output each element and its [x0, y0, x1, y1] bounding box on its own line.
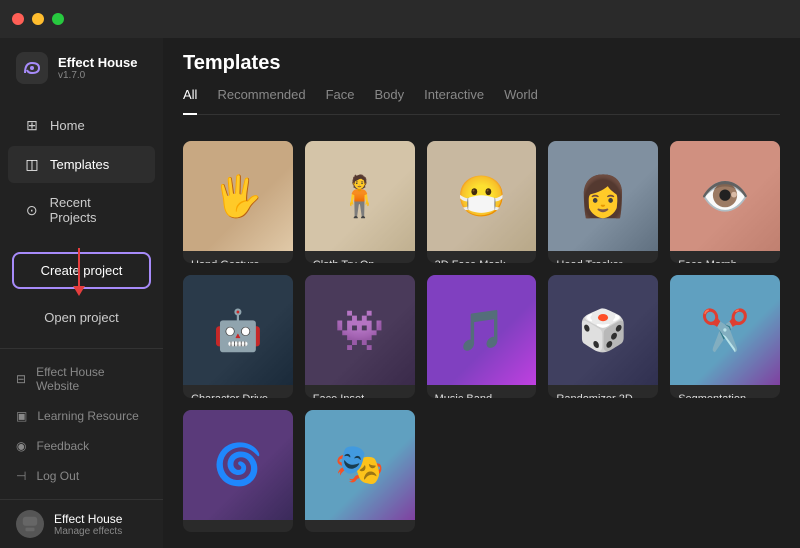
app-icon	[16, 52, 48, 84]
template-name: Hand Gesture	[191, 259, 285, 263]
main-header: Templates All Recommended Face Body Interact…	[163, 38, 800, 125]
template-name: Segmentation	[678, 393, 772, 397]
template-thumb: 🌀	[183, 410, 293, 520]
template-card-segmentation[interactable]: ✂️ Segmentation Beginner	[670, 275, 780, 397]
recent-icon: ⊙	[24, 202, 40, 219]
template-card-music-band[interactable]: 🎵 Music Band Intermediate	[427, 275, 537, 397]
template-thumb: 👩	[548, 141, 658, 251]
maximize-button[interactable]	[52, 13, 64, 25]
template-name: Character Drive	[191, 393, 285, 397]
template-thumb: 🎭	[305, 410, 415, 520]
templates-grid: 🖐️ Hand Gesture Intermediate 🧍 Cloth Try…	[163, 125, 800, 548]
template-name: Music Band	[435, 393, 529, 397]
sidebar-item-templates-label: Templates	[50, 157, 109, 172]
template-name: Randomizer 2D	[556, 393, 650, 397]
minimize-button[interactable]	[32, 13, 44, 25]
template-info	[183, 520, 293, 532]
template-card-bottom2[interactable]: 🎭	[305, 410, 415, 532]
sidebar-item-website-label: Effect House Website	[36, 365, 147, 393]
website-icon: ⊟	[16, 372, 26, 386]
template-info: Face Morph Intermediate	[670, 251, 780, 263]
sidebar-item-feedback-label: Feedback	[36, 439, 89, 453]
sidebar-nav: ⊞ Home ◫ Templates ⊙ Recent Projects	[0, 98, 163, 244]
template-info: Music Band Intermediate	[427, 385, 537, 397]
tab-world[interactable]: World	[504, 87, 538, 106]
logo-text: Effect House v1.7.0	[58, 55, 137, 81]
template-thumb: 👁️	[670, 141, 780, 251]
sidebar-logo: Effect House v1.7.0	[0, 38, 163, 98]
template-name: Face Inset	[313, 393, 407, 397]
template-thumb: 🎵	[427, 275, 537, 385]
template-info: 3D Face Mask Intermediate	[427, 251, 537, 263]
profile-sub: Manage effects	[54, 526, 122, 537]
close-button[interactable]	[12, 13, 24, 25]
templates-icon: ◫	[24, 156, 40, 173]
profile-info: Effect House Manage effects	[54, 512, 122, 537]
template-thumb: 🤖	[183, 275, 293, 385]
app-name: Effect House	[58, 55, 137, 70]
template-card-head-tracker[interactable]: 👩 Head Tracker Beginner	[548, 141, 658, 263]
create-project-arrow	[78, 248, 80, 288]
sidebar-item-feedback[interactable]: ◉ Feedback	[0, 431, 163, 461]
learning-icon: ▣	[16, 409, 27, 423]
template-info: Hand Gesture Intermediate	[183, 251, 293, 263]
titlebar	[0, 0, 800, 38]
sidebar-item-logout[interactable]: ⊣ Log Out	[0, 461, 163, 491]
tabs-bar: All Recommended Face Body Interactive World	[183, 87, 780, 115]
template-thumb: 🧍	[305, 141, 415, 251]
sidebar-item-recent[interactable]: ⊙ Recent Projects	[8, 185, 155, 235]
open-project-button[interactable]: Open project	[12, 301, 151, 334]
page-title: Templates	[183, 52, 780, 75]
sidebar: Effect House v1.7.0 ⊞ Home ◫ Templates ⊙…	[0, 0, 163, 548]
template-card-face-inset[interactable]: 👾 Face Inset Beginner	[305, 275, 415, 397]
template-info: Randomizer 2D Intermediate	[548, 385, 658, 397]
template-name: Cloth Try On	[313, 259, 407, 263]
template-info: Head Tracker Beginner	[548, 251, 658, 263]
template-name: 3D Face Mask	[435, 259, 529, 263]
tab-body[interactable]: Body	[375, 87, 405, 106]
template-info: Cloth Try On Beginner	[305, 251, 415, 263]
sidebar-bottom: ⊟ Effect House Website ▣ Learning Resour…	[0, 348, 163, 499]
tab-all[interactable]: All	[183, 87, 197, 115]
template-card-cloth-try-on[interactable]: 🧍 Cloth Try On Beginner	[305, 141, 415, 263]
template-card-3d-face-mask[interactable]: 😷 3D Face Mask Intermediate	[427, 141, 537, 263]
feedback-icon: ◉	[16, 439, 26, 453]
template-info	[305, 520, 415, 532]
sidebar-item-home[interactable]: ⊞ Home	[8, 107, 155, 144]
sidebar-item-home-label: Home	[50, 118, 85, 133]
template-name: Face Morph	[678, 259, 772, 263]
template-name: Head Tracker	[556, 259, 650, 263]
template-card-face-morph[interactable]: 👁️ Face Morph Intermediate	[670, 141, 780, 263]
template-card-bottom1[interactable]: 🌀	[183, 410, 293, 532]
sidebar-item-recent-label: Recent Projects	[50, 195, 139, 225]
template-thumb: 👾	[305, 275, 415, 385]
template-info: Segmentation Beginner	[670, 385, 780, 397]
logout-icon: ⊣	[16, 469, 26, 483]
template-thumb: ✂️	[670, 275, 780, 385]
home-icon: ⊞	[24, 117, 40, 134]
template-thumb: 🖐️	[183, 141, 293, 251]
avatar	[16, 510, 44, 538]
template-info: Face Inset Beginner	[305, 385, 415, 397]
sidebar-item-learning[interactable]: ▣ Learning Resource	[0, 401, 163, 431]
template-card-hand-gesture[interactable]: 🖐️ Hand Gesture Intermediate	[183, 141, 293, 263]
app-version: v1.7.0	[58, 70, 137, 81]
tab-interactive[interactable]: Interactive	[424, 87, 484, 106]
sidebar-profile[interactable]: Effect House Manage effects	[0, 499, 163, 548]
template-thumb: 😷	[427, 141, 537, 251]
create-project-button[interactable]: Create project	[12, 252, 151, 289]
main-content: Templates All Recommended Face Body Interact…	[163, 0, 800, 548]
sidebar-item-learning-label: Learning Resource	[37, 409, 138, 423]
sidebar-item-logout-label: Log Out	[36, 469, 79, 483]
profile-name: Effect House	[54, 512, 122, 526]
sidebar-item-templates[interactable]: ◫ Templates	[8, 146, 155, 183]
tab-face[interactable]: Face	[326, 87, 355, 106]
sidebar-item-website[interactable]: ⊟ Effect House Website	[0, 357, 163, 401]
template-card-character-drive[interactable]: 🤖 Character Drive Beginner	[183, 275, 293, 397]
tab-recommended[interactable]: Recommended	[217, 87, 305, 106]
template-card-randomizer-2d[interactable]: 🎲 Randomizer 2D Intermediate	[548, 275, 658, 397]
template-info: Character Drive Beginner	[183, 385, 293, 397]
template-thumb: 🎲	[548, 275, 658, 385]
